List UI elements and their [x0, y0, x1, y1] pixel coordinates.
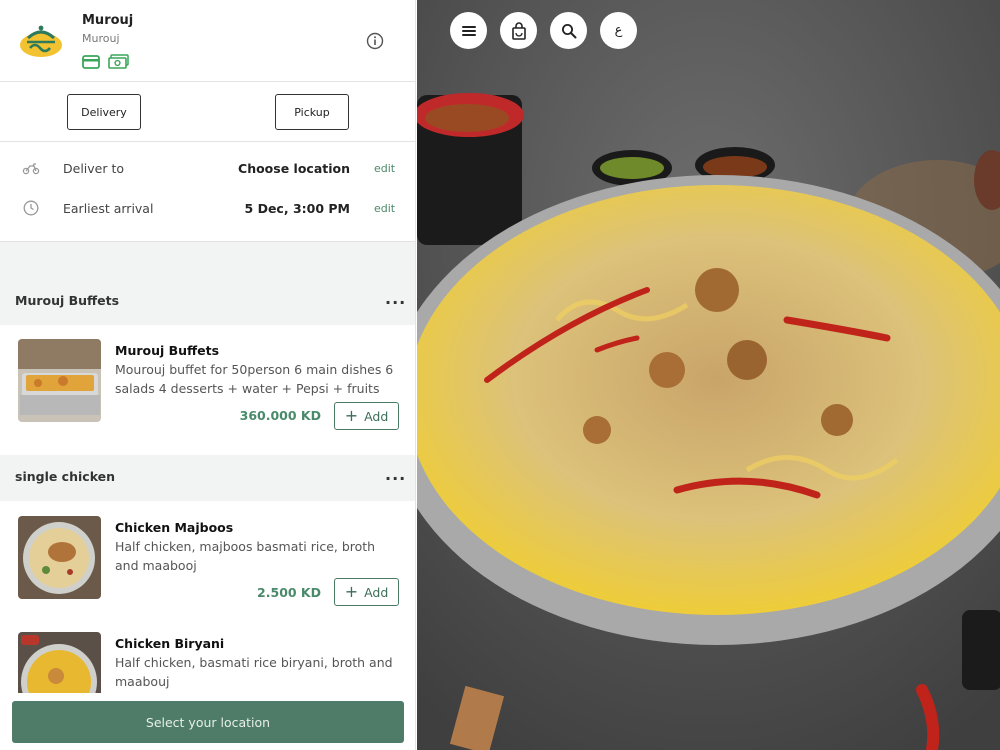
item-name: Chicken Biryani	[115, 636, 225, 651]
menu-item-murouj-buffets[interactable]: Murouj Buffets Mourouj buffet for 50pers…	[0, 339, 415, 449]
plus-icon: +	[344, 406, 359, 425]
earliest-arrival-edit-link[interactable]: edit	[374, 202, 395, 215]
pickup-button[interactable]: Pickup	[275, 94, 349, 130]
item-price: 2.500 KD	[257, 585, 321, 600]
category-title: single chicken	[15, 469, 116, 484]
bottom-action-bar: Select your location	[0, 693, 415, 750]
menu-item-chicken-majboos[interactable]: Chicken Majboos Half chicken, majboos ba…	[0, 516, 415, 626]
store-header: Murouj Murouj	[0, 0, 415, 82]
order-mode-selector: Delivery Pickup	[0, 82, 415, 142]
select-location-button[interactable]: Select your location	[12, 701, 404, 743]
hero-image-area: ع	[417, 0, 1000, 750]
cash-icon	[108, 54, 129, 69]
item-description: Half chicken, basmati rice biryani, brot…	[115, 655, 393, 689]
store-subtitle: Murouj	[82, 32, 120, 45]
earliest-arrival-row[interactable]: Earliest arrival 5 Dec, 3:00 PM edit	[0, 193, 415, 223]
deliver-to-edit-link[interactable]: edit	[374, 162, 395, 175]
info-icon[interactable]	[366, 32, 384, 50]
deliver-to-label: Deliver to	[63, 161, 125, 176]
item-name: Chicken Majboos	[115, 520, 234, 535]
delivery-button[interactable]: Delivery	[67, 94, 141, 130]
more-options-icon[interactable]: ...	[385, 289, 406, 308]
item-description: Mourouj buffet for 50person 6 main dishe…	[115, 362, 394, 396]
hero-food-image	[417, 0, 1000, 750]
deliver-to-row[interactable]: Deliver to Choose location edit	[0, 153, 415, 183]
menu-button[interactable]	[450, 12, 487, 49]
item-description: Half chicken, majboos basmati rice, brot…	[115, 539, 376, 573]
search-icon	[561, 23, 576, 38]
earliest-arrival-label: Earliest arrival	[63, 201, 154, 216]
plus-icon: +	[344, 582, 359, 601]
credit-card-icon	[82, 55, 100, 69]
clock-icon	[23, 200, 39, 216]
category-title: Murouj Buffets	[15, 293, 120, 308]
search-button[interactable]	[550, 12, 587, 49]
scooter-icon	[22, 163, 40, 175]
earliest-arrival-value: 5 Dec, 3:00 PM	[244, 201, 350, 216]
more-options-icon[interactable]: ...	[385, 465, 406, 484]
item-name: Murouj Buffets	[115, 343, 220, 358]
add-button-label: Add	[364, 584, 389, 600]
deliver-to-value: Choose location	[238, 161, 350, 176]
menu-item-chicken-biryani[interactable]: Chicken Biryani Half chicken, basmati ri…	[0, 632, 415, 715]
item-price: 360.000 KD	[239, 408, 321, 423]
shopping-bag-icon	[511, 21, 526, 40]
cart-button[interactable]	[500, 12, 537, 49]
add-button-label: Add	[364, 408, 389, 424]
murouj-logo	[20, 25, 62, 57]
store-name: Murouj	[82, 13, 134, 28]
category-header-murouj-buffets: Murouj Buffets ...	[0, 279, 415, 325]
item-image	[18, 516, 101, 599]
category-header-single-chicken: single chicken ...	[0, 455, 415, 501]
left-panel: Murouj Murouj Delivery Pickup Deliver to…	[0, 0, 416, 750]
add-button[interactable]: + Add	[334, 578, 399, 606]
language-toggle-button[interactable]: ع	[600, 12, 637, 49]
menu-icon	[461, 25, 476, 36]
add-button[interactable]: + Add	[334, 402, 399, 430]
item-image	[18, 339, 101, 422]
